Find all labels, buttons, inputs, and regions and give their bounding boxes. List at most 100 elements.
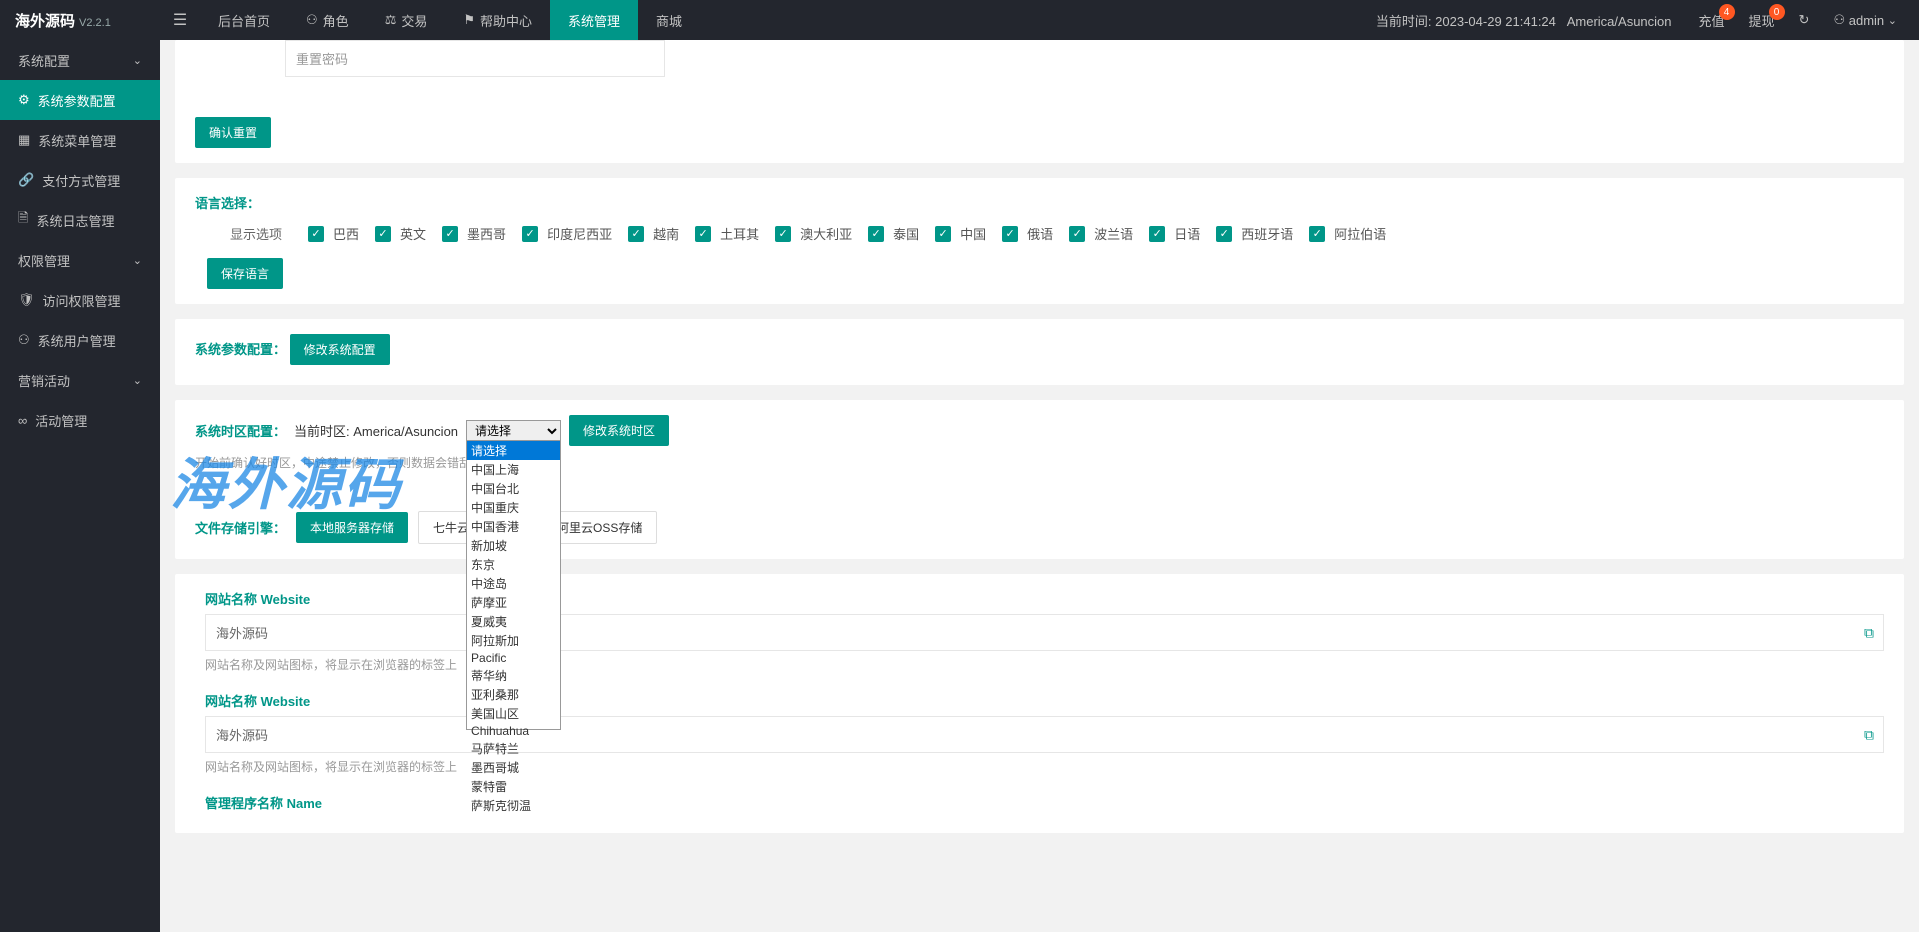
tz-option[interactable]: 阿拉斯加 <box>467 631 560 650</box>
tz-option[interactable]: 中国香港 <box>467 517 560 536</box>
storage-local-button[interactable]: 本地服务器存储 <box>296 512 408 543</box>
lang-item-label: 土耳其 <box>720 224 759 243</box>
tz-dropdown: 请选择中国上海中国台北中国重庆中国香港新加坡东京中途岛萨摩亚夏威夷阿拉斯加Pac… <box>466 440 561 730</box>
person-icon: ⚇ <box>1833 12 1845 28</box>
tz-option[interactable]: 墨西哥城 <box>467 758 560 777</box>
logo: 海外源码 V2.2.1 <box>0 10 160 31</box>
link-icon: 🔗 <box>18 172 34 188</box>
sidebar-marketing[interactable]: 营销活动⌄ <box>0 360 160 400</box>
tz-warning: 开始前确认好时区，中途禁止修改，否则数据会错乱 <box>195 454 1884 471</box>
nav-mall[interactable]: 商城 <box>638 0 700 40</box>
tz-option[interactable]: 东京 <box>467 555 560 574</box>
website-hint-2: 网站名称及网站图标，将显示在浏览器的标签上 <box>205 758 1884 775</box>
sidebar-sys-config[interactable]: 系统配置⌄ <box>0 40 160 80</box>
tz-option[interactable]: Chihuahua <box>467 723 560 739</box>
copy-icon[interactable]: ⧉ <box>1864 726 1874 743</box>
website-input-1[interactable] <box>205 614 1884 651</box>
refresh-icon[interactable]: ↻ <box>1787 0 1822 40</box>
sys-param-title: 系统参数配置： <box>195 339 286 358</box>
copy-icon[interactable]: ⧉ <box>1864 624 1874 641</box>
header-time: 当前时间: 2023-04-29 21:41:24 America/Asunci… <box>1361 11 1687 30</box>
tz-option[interactable]: Pacific <box>467 650 560 666</box>
website-label-1: 网站名称 Website <box>205 589 1884 608</box>
logo-version: V2.2.1 <box>79 17 111 29</box>
website-input-2[interactable] <box>205 716 1884 753</box>
user-icon: ⚇ <box>306 12 318 28</box>
chevron-down-icon: ⌄ <box>133 254 142 267</box>
lang-item-label: 泰国 <box>893 224 919 243</box>
nav-help[interactable]: ⚑帮助中心 <box>445 0 550 40</box>
tz-option[interactable]: 中国重庆 <box>467 498 560 517</box>
tz-option[interactable]: 中途岛 <box>467 574 560 593</box>
sidebar-sys-log[interactable]: 🗎系统日志管理 <box>0 200 160 240</box>
lang-checkbox[interactable]: ✓ <box>1069 226 1085 242</box>
tz-option[interactable]: 中国台北 <box>467 479 560 498</box>
shield-icon: 🛡 <box>18 292 35 308</box>
tz-option[interactable]: 亚利桑那 <box>467 685 560 704</box>
tz-title: 系统时区配置： <box>195 421 286 440</box>
tz-option[interactable]: 中国上海 <box>467 460 560 479</box>
nav-home[interactable]: 后台首页 <box>200 0 288 40</box>
lang-checkbox[interactable]: ✓ <box>442 226 458 242</box>
lang-checkbox[interactable]: ✓ <box>628 226 644 242</box>
user-icon: ⚇ <box>18 332 30 348</box>
logo-title: 海外源码 <box>15 10 75 31</box>
storage-title: 文件存储引擎： <box>195 518 286 537</box>
lang-checkbox[interactable]: ✓ <box>1309 226 1325 242</box>
lang-checkbox[interactable]: ✓ <box>775 226 791 242</box>
sidebar-pay-method[interactable]: 🔗支付方式管理 <box>0 160 160 200</box>
lang-item-label: 印度尼西亚 <box>547 224 612 243</box>
modify-config-button[interactable]: 修改系统配置 <box>290 334 390 365</box>
tz-option[interactable]: 请选择 <box>467 441 560 460</box>
chevron-down-icon: ⌄ <box>133 374 142 387</box>
tz-option[interactable]: 夏威夷 <box>467 612 560 631</box>
website-label-2: 网站名称 Website <box>205 691 1884 710</box>
lang-checkbox[interactable]: ✓ <box>308 226 324 242</box>
layout-icon: ▦ <box>18 132 30 148</box>
gear-icon: ⚙ <box>18 92 30 108</box>
tz-select[interactable]: 请选择 <box>466 420 561 442</box>
lang-item-label: 中国 <box>960 224 986 243</box>
recharge-button[interactable]: 充值 4 <box>1687 0 1737 40</box>
lang-item-label: 越南 <box>653 224 679 243</box>
lang-item-label: 澳大利亚 <box>800 224 852 243</box>
sidebar-activity[interactable]: ∞活动管理 <box>0 400 160 440</box>
tz-option[interactable]: 萨斯克彻温 <box>467 796 560 815</box>
tz-option[interactable]: 马萨特兰 <box>467 739 560 758</box>
nav-role[interactable]: ⚇角色 <box>288 0 367 40</box>
chevron-down-icon: ⌄ <box>133 54 142 67</box>
lang-item-label: 墨西哥 <box>467 224 506 243</box>
menu-toggle-icon[interactable]: ☰ <box>160 10 200 30</box>
tz-option[interactable]: 新加坡 <box>467 536 560 555</box>
tz-option[interactable]: 美国山区 <box>467 704 560 723</box>
lang-checkbox[interactable]: ✓ <box>1216 226 1232 242</box>
nav-system[interactable]: 系统管理 <box>550 0 638 40</box>
sidebar-sys-user[interactable]: ⚇系统用户管理 <box>0 320 160 360</box>
lang-checkbox[interactable]: ✓ <box>868 226 884 242</box>
lang-checkbox[interactable]: ✓ <box>1149 226 1165 242</box>
lang-item-label: 阿拉伯语 <box>1334 224 1386 243</box>
confirm-reset-button[interactable]: 确认重置 <box>195 117 271 148</box>
sidebar-access-perm[interactable]: 🛡访问权限管理 <box>0 280 160 320</box>
lang-checkbox[interactable]: ✓ <box>1002 226 1018 242</box>
lang-checkbox[interactable]: ✓ <box>695 226 711 242</box>
lang-checkbox[interactable]: ✓ <box>375 226 391 242</box>
chevron-down-icon: ⌄ <box>1888 14 1897 27</box>
sidebar-sys-menu[interactable]: ▦系统菜单管理 <box>0 120 160 160</box>
tz-option[interactable]: 蒂华纳 <box>467 666 560 685</box>
user-menu[interactable]: ⚇ admin ⌄ <box>1821 0 1909 40</box>
scale-icon: ⚖ <box>385 12 397 28</box>
lang-item-label: 波兰语 <box>1094 224 1133 243</box>
sidebar-perm[interactable]: 权限管理⌄ <box>0 240 160 280</box>
lang-title: 语言选择： <box>195 193 260 212</box>
nav-trade[interactable]: ⚖交易 <box>367 0 446 40</box>
sidebar-sys-param[interactable]: ⚙系统参数配置 <box>0 80 160 120</box>
tz-option[interactable]: 萨摩亚 <box>467 593 560 612</box>
reset-password-input[interactable]: 重置密码 <box>285 40 665 77</box>
lang-checkbox[interactable]: ✓ <box>522 226 538 242</box>
change-tz-button[interactable]: 修改系统时区 <box>569 415 669 446</box>
lang-checkbox[interactable]: ✓ <box>935 226 951 242</box>
tz-option[interactable]: 蒙特雷 <box>467 777 560 796</box>
save-lang-button[interactable]: 保存语言 <box>207 258 283 289</box>
withdraw-button[interactable]: 提现 0 <box>1737 0 1787 40</box>
